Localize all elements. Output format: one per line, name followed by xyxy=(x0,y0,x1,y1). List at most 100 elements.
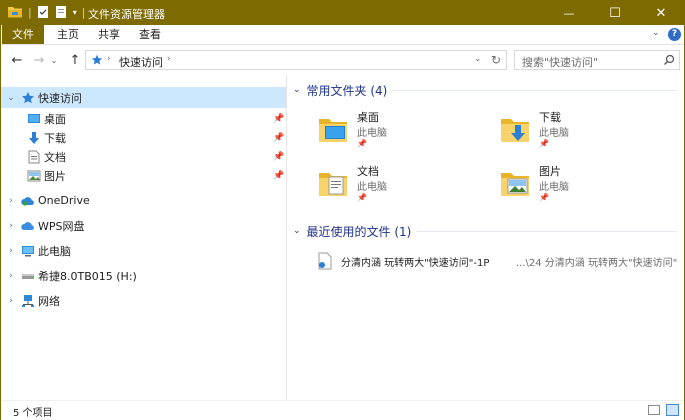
folder-name: 下载 xyxy=(539,111,561,124)
status-bar: 5 个项目 xyxy=(1,400,684,420)
title-bar: | ▾ | 文件资源管理器 — ☐ ✕ xyxy=(1,1,684,25)
expand-ribbon-icon[interactable]: ⌄ xyxy=(652,28,660,38)
back-button[interactable]: ← xyxy=(9,52,25,68)
file-icon xyxy=(318,252,332,270)
nav-label: 快速访问 xyxy=(38,91,82,105)
tab-view[interactable]: 查看 xyxy=(133,25,167,44)
close-icon: ✕ xyxy=(655,5,667,21)
collapse-chevron-icon[interactable]: ⌄ xyxy=(6,93,16,103)
properties-icon[interactable] xyxy=(37,5,49,19)
pin-icon: 📌 xyxy=(273,132,285,143)
explorer-window: | ▾ | 文件资源管理器 — ☐ ✕ 文件 主页 共享 查看 ⌄ ? ← → … xyxy=(0,0,685,420)
folder-app-icon xyxy=(8,7,22,18)
refresh-icon[interactable]: ↻ xyxy=(491,53,501,67)
recent-file-name: 分清内涵 玩转两大"快速访问"-1P xyxy=(341,258,490,269)
breadcrumb-chevron-icon[interactable]: › xyxy=(167,54,171,64)
nav-label: 文档 xyxy=(44,150,66,164)
ribbon-tabs: 文件 主页 共享 查看 ⌄ ? xyxy=(1,25,684,45)
tab-home[interactable]: 主页 xyxy=(51,25,85,44)
nav-label: 桌面 xyxy=(44,112,66,126)
group-collapse-icon[interactable]: ⌄ xyxy=(293,85,301,95)
new-folder-icon[interactable] xyxy=(55,5,67,19)
nav-label: 下载 xyxy=(44,131,66,145)
nav-label: 图片 xyxy=(44,169,66,183)
nav-item-quick-access[interactable]: ⌄ 快速访问 xyxy=(1,87,286,108)
recent-locations-button[interactable]: ⌄ xyxy=(50,52,58,68)
nav-label: 希捷8.0TB015 (H:) xyxy=(38,269,137,283)
pin-icon: 📌 xyxy=(273,170,285,181)
details-view-icon[interactable] xyxy=(648,405,660,415)
close-button[interactable]: ✕ xyxy=(638,1,684,25)
nav-item-desktop[interactable]: 桌面 📌 xyxy=(1,108,286,129)
expand-chevron-icon[interactable]: › xyxy=(6,196,16,206)
folder-location: 此电脑 xyxy=(539,182,569,193)
maximize-icon: ☐ xyxy=(609,5,621,21)
expand-chevron-icon[interactable]: › xyxy=(6,246,16,256)
folder-tile-documents[interactable]: 文档 此电脑 📌 xyxy=(287,163,467,209)
documents-folder-icon xyxy=(319,173,347,196)
computer-icon xyxy=(22,245,34,256)
nav-item-wps-cloud[interactable]: › WPS网盘 xyxy=(1,215,286,236)
nav-item-drive-h[interactable]: › 希捷8.0TB015 (H:) xyxy=(1,265,286,286)
folder-tile-pictures[interactable]: 图片 此电脑 📌 xyxy=(469,163,649,209)
search-placeholder: 搜索"快速访问" xyxy=(522,56,599,69)
tab-share[interactable]: 共享 xyxy=(92,25,126,44)
address-bar[interactable]: › 快速访问 › ⌄ ↻ xyxy=(85,50,507,70)
pin-icon: 📌 xyxy=(539,193,549,202)
group-divider xyxy=(392,90,677,91)
search-box[interactable]: 搜索"快速访问" xyxy=(514,50,680,70)
nav-label: 网络 xyxy=(38,294,60,308)
recent-file-row[interactable]: 分清内涵 玩转两大"快速访问"-1P ...\24 分清内涵 玩转两大"快速访问… xyxy=(313,250,683,272)
nav-item-onedrive[interactable]: › OneDrive xyxy=(1,190,286,211)
item-count: 5 个项目 xyxy=(13,408,53,419)
expand-chevron-icon[interactable]: › xyxy=(6,221,16,231)
navigation-bar: ← → ⌄ ↑ › 快速访问 › ⌄ ↻ 搜索"快速访问" xyxy=(1,45,684,75)
star-icon xyxy=(91,54,103,65)
nav-item-downloads[interactable]: 下载 📌 xyxy=(1,127,286,148)
maximize-button[interactable]: ☐ xyxy=(592,1,638,25)
large-icons-view-icon[interactable] xyxy=(666,404,679,416)
tab-file[interactable]: 文件 xyxy=(2,25,44,44)
picture-icon xyxy=(27,170,41,181)
folder-tile-downloads[interactable]: 下载 此电脑 📌 xyxy=(469,109,649,155)
expand-chevron-icon[interactable]: › xyxy=(6,296,16,306)
window-title: 文件资源管理器 xyxy=(88,8,165,21)
breadcrumb-quick-access[interactable]: 快速访问 xyxy=(119,54,163,70)
pin-icon: 📌 xyxy=(357,139,367,148)
customize-qat-icon[interactable]: ▾ xyxy=(73,8,77,17)
breadcrumb-separator-icon: › xyxy=(107,54,111,64)
up-button[interactable]: ↑ xyxy=(67,52,83,68)
group-collapse-icon[interactable]: ⌄ xyxy=(293,226,301,236)
star-icon xyxy=(22,91,34,103)
pin-icon: 📌 xyxy=(539,139,549,148)
address-dropdown-icon[interactable]: ⌄ xyxy=(474,54,482,64)
nav-label: WPS网盘 xyxy=(38,219,85,233)
network-icon xyxy=(22,294,34,307)
folder-location: 此电脑 xyxy=(539,128,569,139)
wps-cloud-icon xyxy=(21,221,34,230)
search-icon xyxy=(664,54,675,65)
up-arrow-icon: ↑ xyxy=(69,52,81,68)
folder-location: 此电脑 xyxy=(357,128,387,139)
group-header-frequent[interactable]: ⌄ 常用文件夹 (4) xyxy=(293,81,387,99)
desktop-icon xyxy=(28,113,40,123)
minimize-button[interactable]: — xyxy=(546,1,592,25)
folder-tile-desktop[interactable]: 桌面 此电脑 📌 xyxy=(287,109,467,155)
expand-chevron-icon[interactable]: › xyxy=(6,271,16,281)
nav-item-documents[interactable]: 文档 📌 xyxy=(1,146,286,167)
group-header-recent[interactable]: ⌄ 最近使用的文件 (1) xyxy=(293,222,411,240)
group-title: 最近使用的文件 (1) xyxy=(306,224,412,239)
pin-icon: 📌 xyxy=(357,193,367,202)
group-divider xyxy=(417,231,677,232)
nav-item-pictures[interactable]: 图片 📌 xyxy=(1,165,286,186)
desktop-folder-icon xyxy=(319,119,347,142)
forward-arrow-icon: → xyxy=(33,52,45,68)
forward-button[interactable]: → xyxy=(31,52,47,68)
pin-icon: 📌 xyxy=(273,113,285,124)
help-icon[interactable]: ? xyxy=(668,28,681,41)
onedrive-icon xyxy=(21,196,34,206)
folder-name: 文档 xyxy=(357,165,379,178)
nav-item-network[interactable]: › 网络 xyxy=(1,290,286,311)
nav-item-this-pc[interactable]: › 此电脑 xyxy=(1,240,286,261)
content-pane: ⌄ 常用文件夹 (4) 桌面 此电脑 📌 下载 此电脑 📌 文档 此电脑 📌 图… xyxy=(287,75,684,400)
